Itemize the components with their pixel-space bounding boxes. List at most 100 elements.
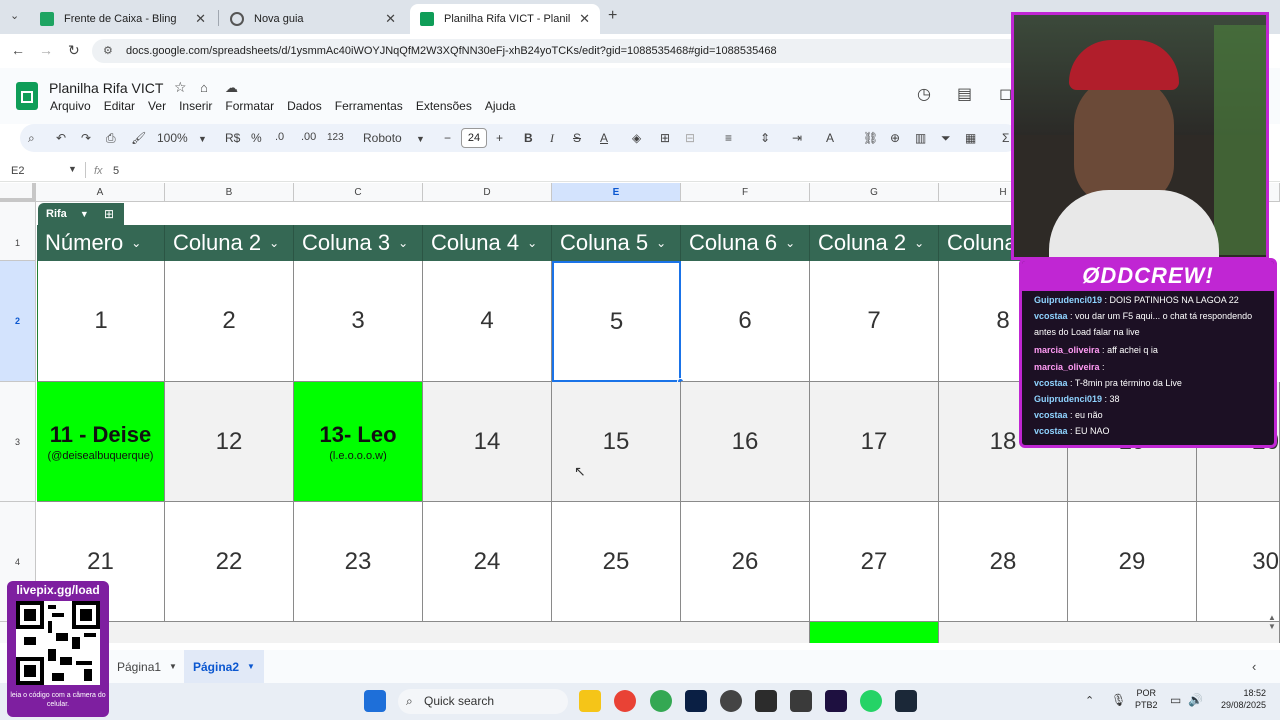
cell-f3[interactable]: 16 [681, 382, 810, 502]
new-tab-plus-icon[interactable]: + [608, 7, 617, 25]
row-header-1[interactable]: 1 [0, 225, 36, 261]
font-size-increase-icon[interactable]: + [496, 131, 503, 145]
tab-planilha[interactable]: Planilha Rifa VICT - Planilhas Go ✕ [410, 4, 600, 34]
functions-icon[interactable]: Σ [1002, 131, 1009, 145]
row-5-cells-right[interactable] [939, 622, 1280, 643]
zoom-select[interactable]: 100% [157, 131, 188, 145]
column-header-b[interactable]: B [165, 183, 294, 202]
cell-a2[interactable]: 1 [37, 261, 165, 382]
filter-icon[interactable]: ⏷ [941, 131, 951, 146]
back-arrow-icon[interactable]: ← [11, 42, 25, 58]
cell-g2[interactable]: 7 [810, 261, 939, 382]
cell-g3[interactable]: 17 [810, 382, 939, 502]
chevron-down-icon[interactable]: ⌄ [269, 236, 279, 250]
terminal-icon[interactable] [755, 690, 777, 712]
merge-cells-icon[interactable]: ⊟ [685, 131, 695, 145]
column-header-c[interactable]: C [294, 183, 423, 202]
cell-d3[interactable]: 14 [423, 382, 552, 502]
document-title[interactable]: Planilha Rifa VICT [49, 80, 163, 96]
cell-d2[interactable]: 4 [423, 261, 552, 382]
row-header-2[interactable]: 2 [0, 261, 36, 382]
forward-arrow-icon[interactable]: → [39, 42, 53, 58]
percent-format-button[interactable]: % [251, 131, 262, 145]
text-rotation-button[interactable]: A [826, 131, 834, 145]
menu-dados[interactable]: Dados [287, 99, 322, 113]
text-color-button[interactable]: A [600, 131, 608, 145]
chevron-down-icon[interactable]: ⌄ [656, 236, 666, 250]
sheets-logo-icon[interactable] [16, 82, 38, 110]
site-info-icon[interactable]: ⚙ [103, 44, 113, 57]
chevron-down-icon[interactable]: ⌄ [914, 236, 924, 250]
formula-input[interactable]: 5 [113, 165, 119, 177]
chevron-down-icon[interactable]: ▼ [247, 662, 255, 671]
menu-formatar[interactable]: Formatar [225, 99, 274, 113]
cell-c4[interactable]: 23 [294, 502, 423, 622]
reload-icon[interactable]: ↻ [68, 42, 80, 59]
table-header-coluna-2[interactable]: Coluna 2 ⌄ [165, 225, 294, 261]
cell-g4[interactable]: 27 [810, 502, 939, 622]
row-5-cells[interactable] [37, 622, 810, 643]
chevron-down-icon[interactable]: ⌄ [527, 236, 537, 250]
sheet-tab-pagina1[interactable]: Página1 ▼ [108, 650, 182, 683]
table-header-coluna-7[interactable]: Coluna 2 ⌄ [810, 225, 939, 261]
menu-ferramentas[interactable]: Ferramentas [335, 99, 403, 113]
chevron-up-icon[interactable]: ⌃ [1085, 694, 1094, 707]
menu-arquivo[interactable]: Arquivo [50, 99, 91, 113]
cell-e2-selected[interactable]: 5 [552, 261, 681, 382]
sheet-tab-pagina2[interactable]: Página2 ▼ [184, 650, 264, 683]
cell-c2[interactable]: 3 [294, 261, 423, 382]
network-icon[interactable]: ▭ [1170, 693, 1181, 707]
close-icon[interactable]: ✕ [195, 11, 206, 27]
table-header-coluna-3[interactable]: Coluna 3 ⌄ [294, 225, 423, 261]
strikethrough-icon[interactable]: S [573, 131, 581, 145]
column-header-g[interactable]: G [810, 183, 939, 202]
borders-icon[interactable]: ⊞ [660, 131, 670, 145]
cell-h4[interactable]: 28 [939, 502, 1068, 622]
currency-format-button[interactable]: R$ [225, 131, 240, 145]
menu-ver[interactable]: Ver [148, 99, 166, 113]
bold-button[interactable]: B [524, 131, 533, 145]
cell-i4[interactable]: 29 [1068, 502, 1197, 622]
fill-color-icon[interactable]: ◈ [632, 131, 641, 145]
insert-chart-icon[interactable]: ▥ [915, 131, 926, 145]
insert-comment-icon[interactable]: ⊕ [890, 131, 900, 145]
increase-decimal-button[interactable]: .00 [301, 131, 316, 143]
font-size-decrease-icon[interactable]: − [444, 131, 451, 145]
cell-c3[interactable]: 13- Leo (l.e.o.o.o.w) [294, 382, 423, 502]
chevron-down-icon[interactable]: ⌄ [131, 236, 141, 250]
vertical-align-icon[interactable]: ⇕ [760, 131, 770, 145]
collapse-side-panel-icon[interactable]: ‹ [1252, 659, 1256, 674]
search-menus-icon[interactable]: ⌕ [28, 131, 35, 146]
cell-j4[interactable]: 30 [1197, 502, 1280, 622]
table-header-coluna-4[interactable]: Coluna 4 ⌄ [423, 225, 552, 261]
app-icon[interactable] [790, 690, 812, 712]
tab-bling[interactable]: Frente de Caixa - Bling ✕ [30, 4, 216, 34]
cell-b2[interactable]: 2 [165, 261, 294, 382]
chevron-down-icon[interactable]: ▼ [68, 164, 77, 174]
steam-icon[interactable] [895, 690, 917, 712]
table-options-icon[interactable]: ⊞ [94, 203, 124, 225]
table-header-coluna-5[interactable]: Coluna 5 ⌄ [552, 225, 681, 261]
menu-editar[interactable]: Editar [104, 99, 135, 113]
cell-f2[interactable]: 6 [681, 261, 810, 382]
cell-b3[interactable]: 12 [165, 382, 294, 502]
cell-g5[interactable] [810, 622, 939, 643]
more-formats-button[interactable]: 123 [327, 132, 344, 143]
insert-link-icon[interactable]: ⛓ [863, 131, 878, 145]
tab-nova-guia[interactable]: Nova guia ✕ [220, 4, 406, 34]
obs-icon[interactable] [720, 690, 742, 712]
close-icon[interactable]: ✕ [385, 11, 396, 27]
column-header-d[interactable]: D [423, 183, 552, 202]
cell-a3[interactable]: 11 - Deise (@deisealbuquerque) [37, 382, 165, 502]
history-icon[interactable]: ◷ [917, 84, 931, 104]
text-wrap-icon[interactable]: ⇥ [792, 131, 802, 145]
cell-f4[interactable]: 26 [681, 502, 810, 622]
tab-search-chevron-icon[interactable]: ⌄ [10, 9, 19, 22]
chevron-down-icon[interactable]: ⌄ [398, 236, 408, 250]
paint-format-icon[interactable]: 🖌 [131, 131, 146, 145]
windows-start-icon[interactable] [364, 690, 386, 712]
column-header-a[interactable]: A [36, 183, 165, 202]
select-all-corner[interactable] [0, 183, 36, 202]
chevron-down-icon[interactable]: ▼ [198, 134, 207, 144]
chrome-icon[interactable] [614, 690, 636, 712]
